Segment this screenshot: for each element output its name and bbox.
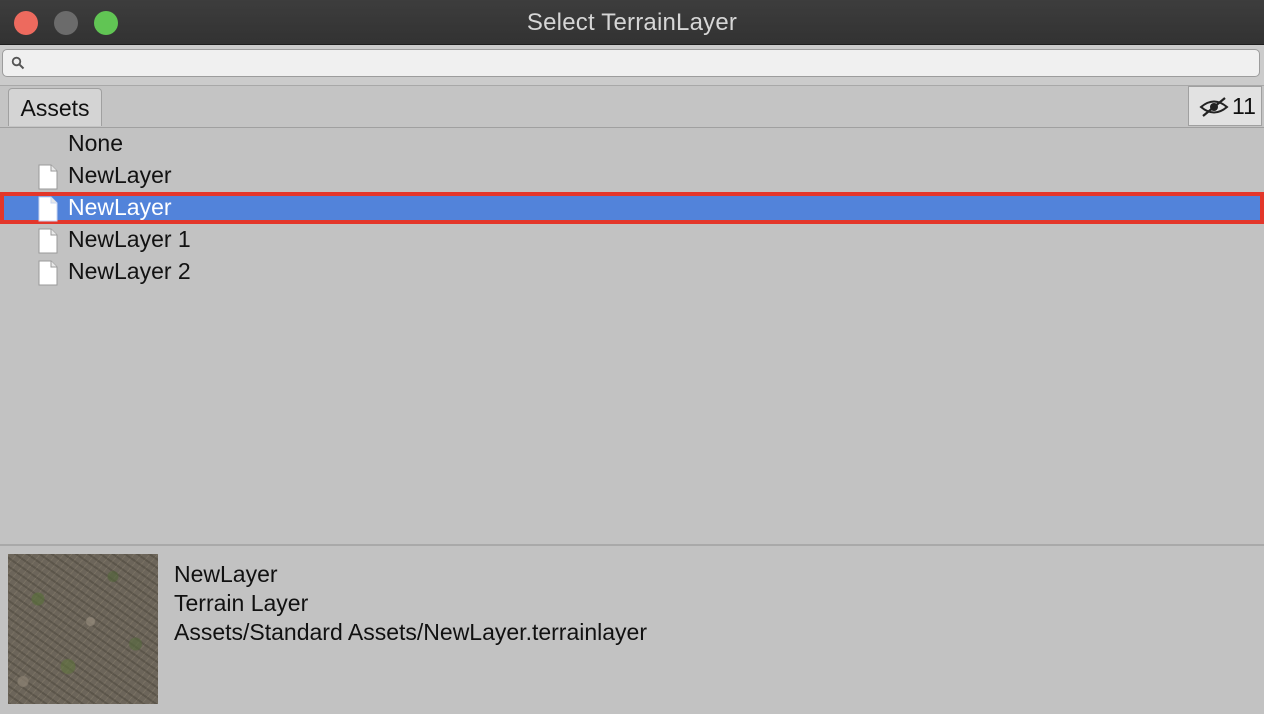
hidden-packages-toggle[interactable]: 11	[1188, 86, 1262, 126]
terrain-texture-thumbnail	[8, 554, 158, 704]
tab-bar: Assets 11	[0, 86, 1264, 128]
window-title: Select TerrainLayer	[526, 9, 738, 36]
asset-type: Terrain Layer	[174, 590, 309, 616]
file-icon	[38, 228, 58, 254]
list-item[interactable]: NewLayer	[0, 160, 1264, 192]
preview-panel: NewLayer Terrain Layer Assets/Standard A…	[0, 546, 1264, 714]
asset-name: NewLayer	[174, 561, 278, 587]
search-field[interactable]	[2, 49, 1260, 77]
asset-info: NewLayer Terrain Layer Assets/Standard A…	[174, 560, 647, 647]
list-item-selected[interactable]: NewLayer	[0, 192, 1264, 224]
list-item-label: NewLayer	[68, 194, 172, 220]
list-item-label: None	[68, 130, 123, 156]
list-item[interactable]: NewLayer 1	[0, 224, 1264, 256]
list-item-label: NewLayer 1	[68, 226, 191, 252]
list-item-label: NewLayer	[68, 162, 172, 188]
title-bar: Select TerrainLayer	[0, 0, 1264, 45]
eye-slash-icon	[1199, 97, 1229, 117]
list-item[interactable]: NewLayer 2	[0, 256, 1264, 288]
file-icon	[38, 196, 58, 222]
asset-list: None NewLayer NewLayer NewLayer 1 NewLay…	[0, 128, 1264, 544]
file-icon	[38, 164, 58, 190]
hidden-count-label: 11	[1232, 93, 1256, 119]
list-item-none[interactable]: None	[0, 128, 1264, 160]
tab-assets[interactable]: Assets	[8, 88, 102, 126]
list-item-label: NewLayer 2	[68, 258, 191, 284]
search-icon	[11, 56, 25, 70]
search-bar	[0, 45, 1264, 86]
asset-path: Assets/Standard Assets/NewLayer.terrainl…	[174, 619, 648, 645]
search-input[interactable]	[31, 52, 1255, 74]
file-icon	[38, 260, 58, 286]
